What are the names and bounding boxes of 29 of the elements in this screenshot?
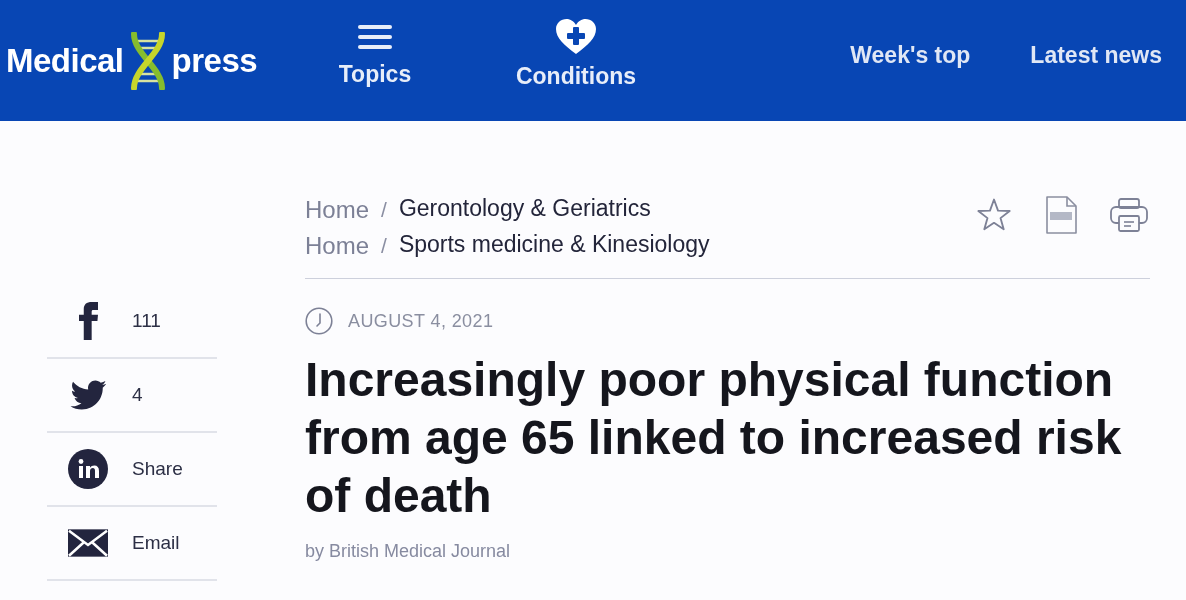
- article-title: Increasingly poor physical function from age 65 linked to increased risk of death: [305, 352, 1123, 524]
- breadcrumb-separator: /: [381, 233, 387, 260]
- document-icon[interactable]: [1045, 196, 1077, 234]
- envelope-icon: [68, 529, 108, 557]
- nav-link[interactable]: Conditions: [516, 16, 636, 91]
- breadcrumb-link[interactable]: Home: [305, 192, 370, 228]
- bird-icon: [69, 380, 107, 410]
- nav-link[interactable]: Latest news: [1030, 38, 1162, 73]
- linkedin-icon: [68, 449, 108, 489]
- nav-link[interactable]: Topics: [315, 18, 435, 89]
- printer-icon[interactable]: [1110, 198, 1148, 232]
- twitter-share-button[interactable]: 4: [47, 359, 217, 433]
- facebook-icon: [78, 302, 98, 340]
- clock-icon: [305, 307, 333, 335]
- menu-icon: [358, 24, 392, 49]
- logo-text[interactable]: press: [171, 35, 258, 86]
- nav-link[interactable]: Week's top: [850, 38, 971, 73]
- linkedin-share-button[interactable]: Share: [47, 433, 217, 507]
- star-icon[interactable]: [976, 198, 1012, 231]
- logo-text[interactable]: Medical: [6, 35, 124, 86]
- breadcrumb-separator: /: [381, 197, 387, 224]
- article-date: AUGUST 4, 2021: [348, 309, 494, 333]
- facebook-share-button[interactable]: 111: [47, 285, 217, 359]
- heart-plus-icon: [556, 18, 596, 55]
- breadcrumb-link[interactable]: Sports medicine & Kinesiology: [398, 226, 710, 262]
- breadcrumb-link[interactable]: Gerontology & Geriatrics: [398, 190, 651, 226]
- breadcrumb-link[interactable]: Home: [305, 228, 370, 264]
- article-byline: by British Medical Journal: [305, 539, 511, 563]
- email-share-button[interactable]: Email: [47, 507, 217, 581]
